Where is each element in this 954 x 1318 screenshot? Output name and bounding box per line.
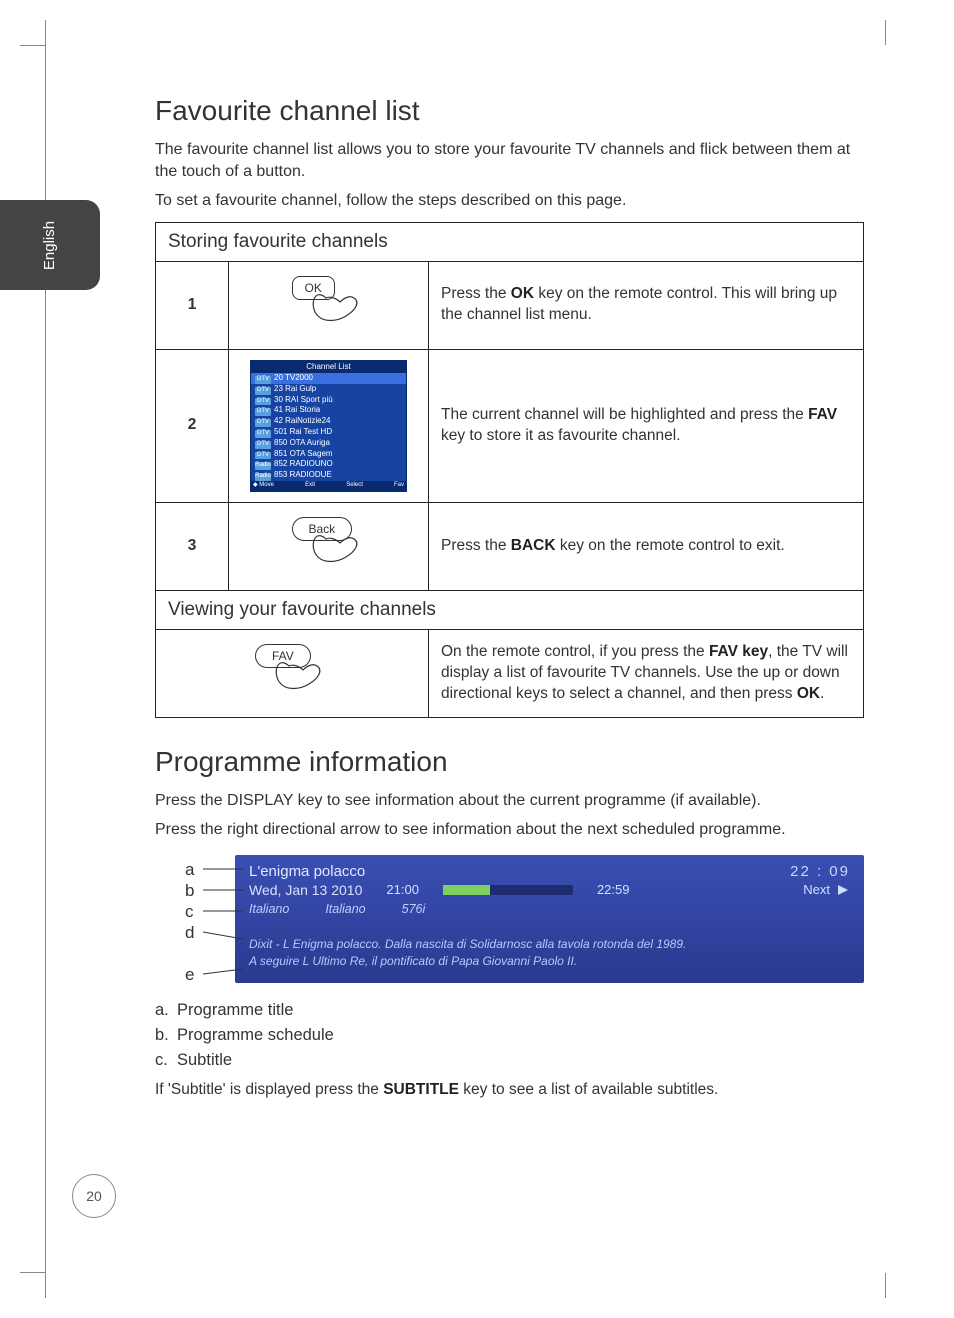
storing-header: Storing favourite channels <box>156 222 864 261</box>
osd-row: DTV30 RAI Sport più <box>251 395 406 406</box>
osd-row: DTV23 Rai Gulp <box>251 384 406 395</box>
crop-mark <box>20 45 45 46</box>
viewing-icon-cell: FAV <box>156 629 429 717</box>
progress-bar <box>443 885 573 895</box>
fav-key-icon: FAV <box>237 640 347 700</box>
programme-description: Dixit - L Enigma polacco. Dalla nascita … <box>249 936 850 971</box>
next-button: Next <box>803 882 850 897</box>
legend-list: a.Programme title b.Programme schedule c… <box>155 1001 864 1070</box>
manual-page: English 20 Favourite channel list The fa… <box>0 0 954 1318</box>
programme-date: Wed, Jan 13 2010 <box>249 882 362 898</box>
current-time: 22 : 09 <box>790 863 850 880</box>
crop-mark <box>20 1272 45 1273</box>
subtitle-lang: Italiano <box>325 902 365 916</box>
step-icon-cell: Channel List DTV20 TV2000 DTV23 Rai Gulp… <box>229 349 429 502</box>
crop-mark <box>45 20 46 45</box>
language-tab: English <box>0 200 100 290</box>
osd-row: DTV20 TV2000 <box>251 373 406 384</box>
back-key-icon: Back <box>274 513 384 573</box>
step-text: Press the BACK key on the remote control… <box>429 502 864 590</box>
page-number: 20 <box>72 1174 116 1218</box>
osd-footer: ◆ Move Exit Select Fav <box>251 481 406 491</box>
info-text: Press the DISPLAY key to see information… <box>155 790 864 812</box>
end-time: 22:59 <box>597 882 630 897</box>
step-row: 3 Back Press the BACK key on the remote … <box>156 502 864 590</box>
intro-text-2: To set a favourite channel, follow the s… <box>155 190 864 212</box>
hand-icon <box>306 533 366 571</box>
osd-row: DTV851 OTA Sagem <box>251 449 406 460</box>
callout-lines <box>203 861 253 991</box>
osd-row: DTV850 OTA Auriga <box>251 438 406 449</box>
start-time: 21:00 <box>386 882 419 897</box>
step-number: 2 <box>156 349 229 502</box>
intro-text: The favourite channel list allows you to… <box>155 139 864 182</box>
language-label: English <box>41 220 58 269</box>
channel-list-osd: Channel List DTV20 TV2000 DTV23 Rai Gulp… <box>250 360 407 492</box>
crop-mark <box>885 20 886 45</box>
step-number: 1 <box>156 261 229 349</box>
viewing-row: FAV On the remote control, if you press … <box>156 629 864 717</box>
programme-banner-figure: a b c d e L'enigma polacco 22 : 09 Wed, … <box>155 855 864 983</box>
step-text: The current channel will be highlighted … <box>429 349 864 502</box>
audio-lang: Italiano <box>249 902 289 916</box>
crop-mark <box>45 1273 46 1298</box>
step-row: 2 Channel List DTV20 TV2000 DTV23 Rai Gu… <box>156 349 864 502</box>
osd-row: DTV42 RaiNotizie24 <box>251 416 406 427</box>
hand-icon <box>306 292 366 330</box>
osd-row: Radio853 RADIODUE <box>251 470 406 481</box>
info-text: Press the right directional arrow to see… <box>155 819 864 841</box>
programme-info-banner: L'enigma polacco 22 : 09 Wed, Jan 13 201… <box>235 855 864 983</box>
storing-table: Storing favourite channels 1 OK Press th… <box>155 222 864 718</box>
viewing-text: On the remote control, if you press the … <box>429 629 864 717</box>
step-number: 3 <box>156 502 229 590</box>
step-row: 1 OK Press the OK key on the remote cont… <box>156 261 864 349</box>
resolution: 576i <box>402 902 426 916</box>
crop-mark <box>885 1273 886 1298</box>
callout-labels: a b c d e <box>185 859 194 985</box>
section-heading: Favourite channel list <box>155 95 864 127</box>
step-text: Press the OK key on the remote control. … <box>429 261 864 349</box>
programme-title: L'enigma polacco <box>249 863 365 880</box>
step-icon-cell: Back <box>229 502 429 590</box>
section-heading: Programme information <box>155 746 864 778</box>
hand-icon <box>269 660 329 698</box>
ok-key-icon: OK <box>274 272 384 332</box>
step-icon-cell: OK <box>229 261 429 349</box>
subtitle-note: If 'Subtitle' is displayed press the SUB… <box>155 1080 864 1101</box>
arrow-right-icon <box>836 883 850 897</box>
osd-row: Radio852 RADIOUNO <box>251 459 406 470</box>
osd-row: DTV41 Rai Storia <box>251 405 406 416</box>
osd-row: DTV501 Rai Test HD <box>251 427 406 438</box>
viewing-header: Viewing your favourite channels <box>156 590 864 629</box>
